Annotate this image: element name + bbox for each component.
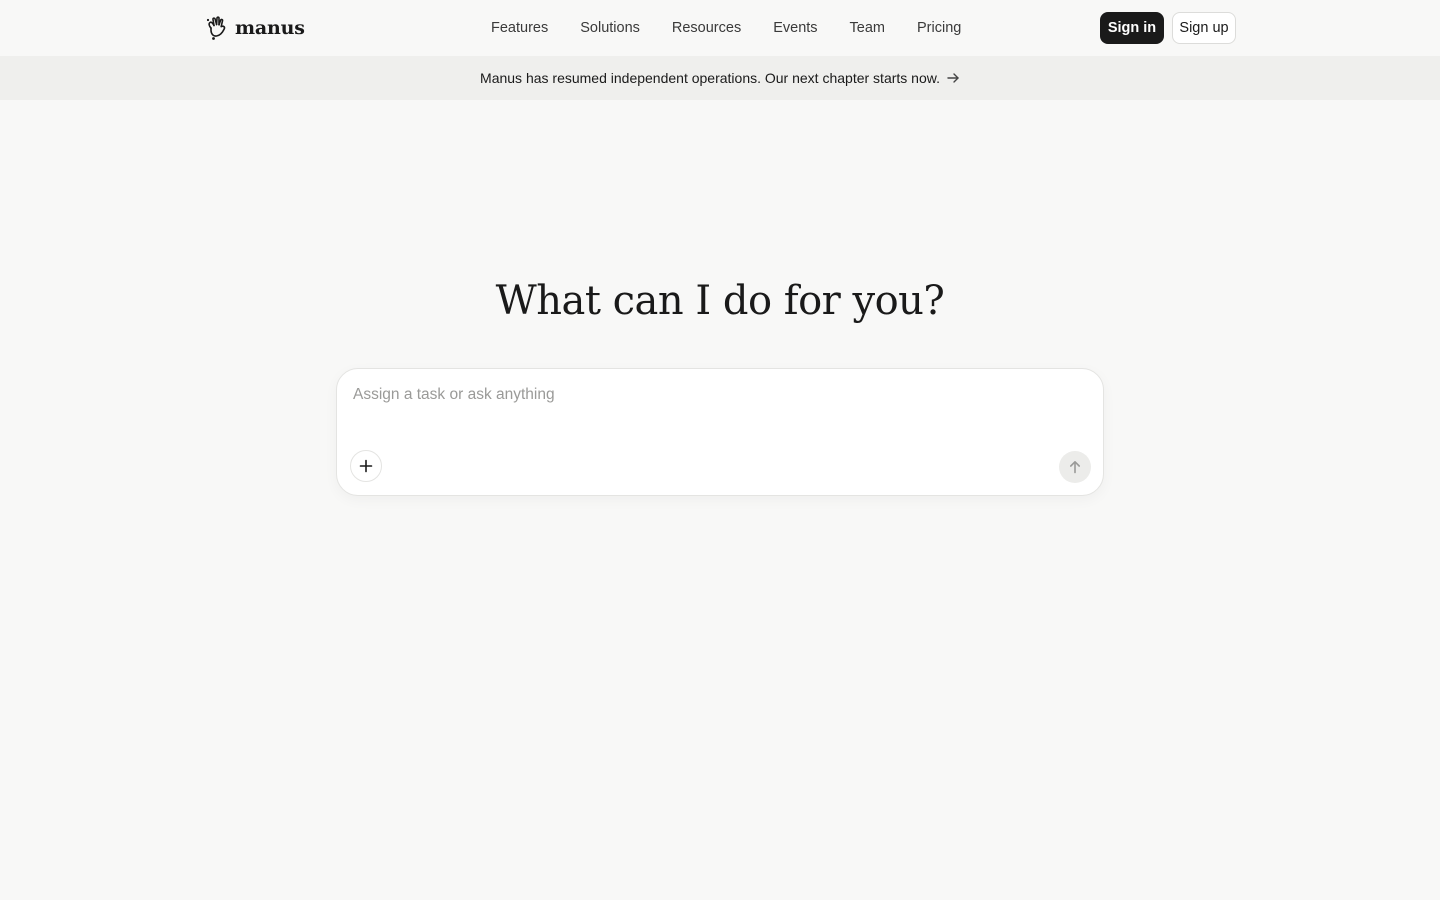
send-button[interactable] bbox=[1059, 451, 1091, 483]
task-composer bbox=[336, 368, 1104, 496]
nav-item-resources[interactable]: Resources bbox=[656, 20, 757, 36]
nav-item-events[interactable]: Events bbox=[757, 20, 833, 36]
announcement-banner[interactable]: Manus has resumed independent operations… bbox=[0, 56, 1440, 100]
announcement-text: Manus has resumed independent operations… bbox=[480, 70, 940, 86]
nav-item-pricing[interactable]: Pricing bbox=[901, 20, 977, 36]
attach-button[interactable] bbox=[350, 450, 382, 482]
arrow-right-icon bbox=[947, 73, 959, 83]
logo[interactable]: manus bbox=[205, 14, 305, 42]
sign-in-button[interactable]: Sign in bbox=[1100, 12, 1164, 44]
plus-icon bbox=[359, 459, 373, 473]
manus-hand-logo-icon bbox=[206, 16, 226, 40]
sign-up-button[interactable]: Sign up bbox=[1172, 12, 1236, 44]
nav-item-solutions[interactable]: Solutions bbox=[564, 20, 656, 36]
nav-item-team[interactable]: Team bbox=[834, 20, 901, 36]
brand-name: manus bbox=[235, 17, 305, 39]
main-nav: Features Solutions Resources Events Team… bbox=[475, 0, 977, 56]
site-header: manus Features Solutions Resources Event… bbox=[0, 0, 1440, 56]
arrow-up-icon bbox=[1070, 461, 1080, 474]
auth-buttons: Sign in Sign up bbox=[1100, 12, 1236, 44]
nav-item-features[interactable]: Features bbox=[475, 20, 564, 36]
page-title: What can I do for you? bbox=[495, 278, 945, 324]
task-input[interactable] bbox=[353, 383, 1083, 407]
